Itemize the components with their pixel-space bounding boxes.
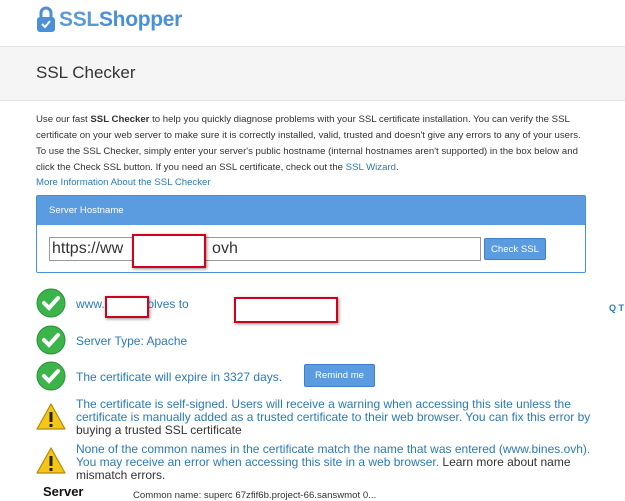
- buy-certificate-link[interactable]: buying a trusted SSL certificate: [76, 423, 242, 437]
- warning-icon: [36, 447, 66, 474]
- site-header: SSLShopper: [0, 0, 625, 47]
- server-certificate-icon: Server: [43, 484, 84, 499]
- mismatch-text: None of the common names in the certific…: [76, 442, 591, 482]
- ssl-wizard-link[interactable]: SSL Wizard: [346, 162, 396, 173]
- more-info-link[interactable]: More Information About the SSL Checker: [36, 177, 211, 188]
- redaction-box: [234, 297, 338, 323]
- server-type-text: Server Type: Apache: [76, 334, 188, 348]
- warning-icon: [36, 403, 66, 430]
- ssl-shopper-logo[interactable]: SSLShopper: [36, 6, 182, 34]
- side-search-tab[interactable]: Q T: [609, 303, 624, 313]
- server-hostname-panel: Server Hostname Check SSL: [36, 195, 586, 273]
- panel-title: Server Hostname: [37, 196, 585, 225]
- expire-text: The certificate will expire in 3327 days…: [76, 370, 283, 384]
- check-ssl-button[interactable]: Check SSL: [484, 238, 546, 260]
- redaction-box: [105, 296, 149, 318]
- logo-text: SSLShopper: [59, 8, 183, 31]
- self-signed-text: The certificate is self-signed. Users wi…: [76, 397, 591, 437]
- green-check-icon: [36, 361, 66, 391]
- intro-paragraph: Use our fast SSL Checker to help you qui…: [36, 114, 581, 173]
- redaction-box: [132, 234, 206, 268]
- remind-me-button[interactable]: Remind me: [304, 364, 375, 387]
- lock-icon: [37, 6, 55, 32]
- hostname-input[interactable]: [49, 237, 481, 261]
- page-title: SSL Checker: [36, 63, 136, 82]
- cert-common-name-text: Common name: superc 67zfif6b.project-66.…: [133, 490, 377, 501]
- title-bar: SSL Checker: [0, 47, 625, 101]
- green-check-icon: [36, 325, 66, 355]
- green-check-icon: [36, 288, 66, 318]
